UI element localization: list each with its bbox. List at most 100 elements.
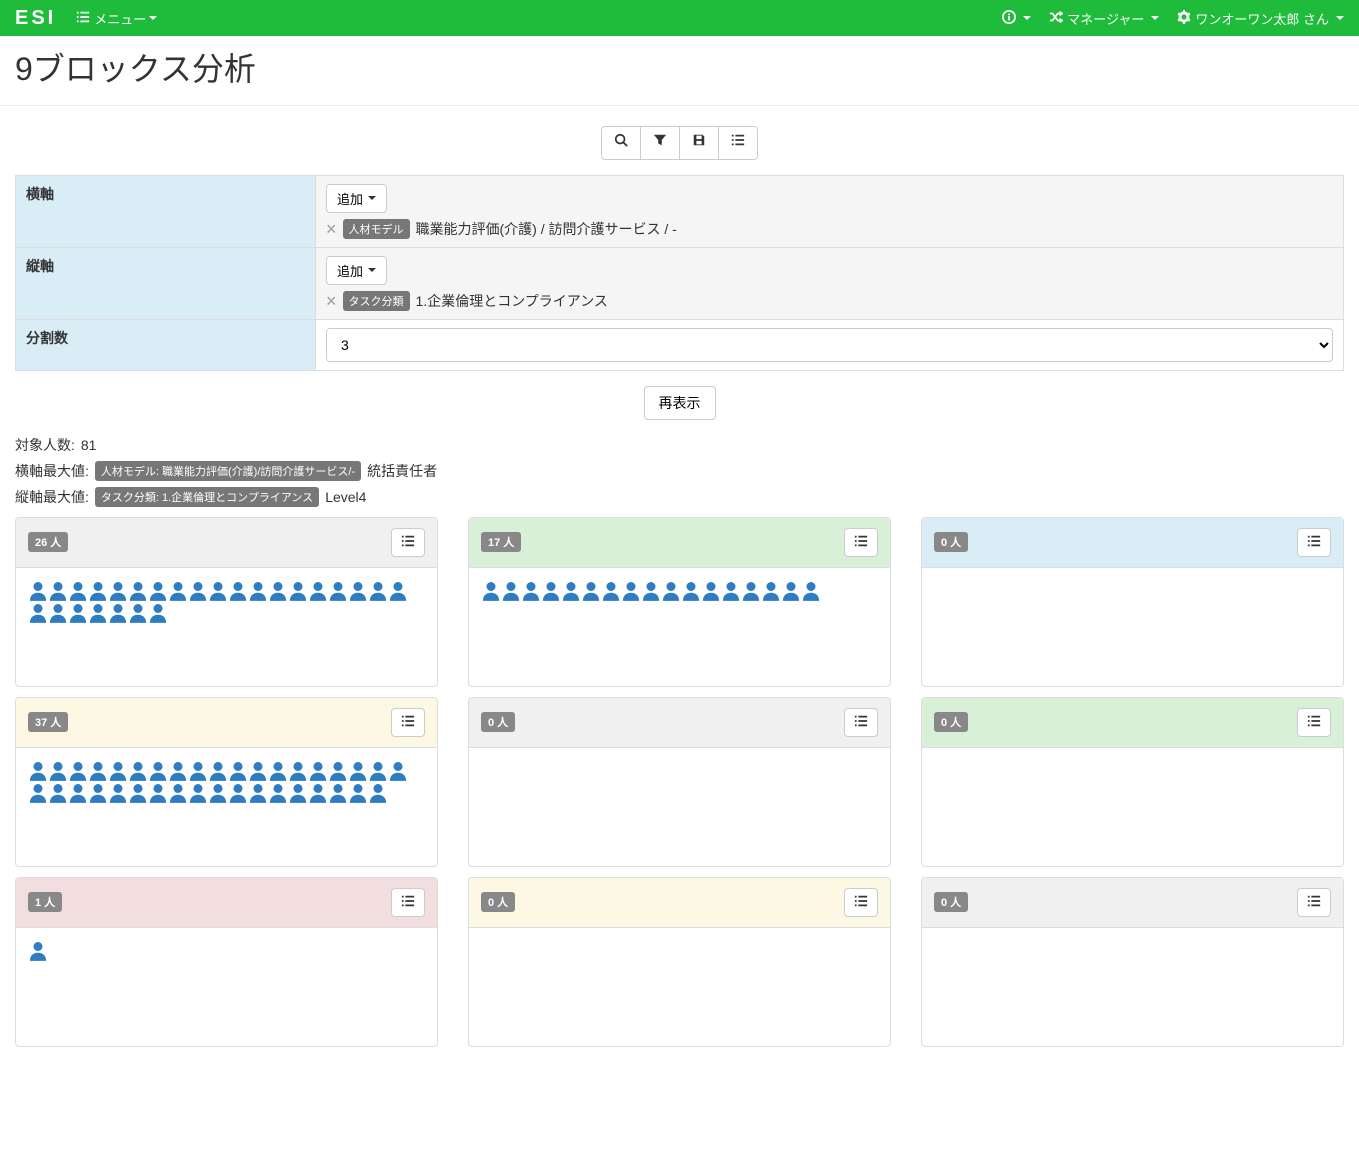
block-list-button[interactable] [1297,708,1331,737]
person-icon[interactable] [189,761,207,781]
person-icon[interactable] [269,783,287,803]
person-icon[interactable] [249,581,267,601]
person-icon[interactable] [542,581,560,601]
save-button[interactable] [680,126,719,160]
person-icon[interactable] [249,783,267,803]
person-icon[interactable] [562,581,580,601]
person-icon[interactable] [29,581,47,601]
person-icon[interactable] [502,581,520,601]
add-button-horizontal[interactable]: 追加 [326,184,387,213]
person-icon[interactable] [269,761,287,781]
person-icon[interactable] [149,761,167,781]
person-icon[interactable] [109,783,127,803]
person-icon[interactable] [702,581,720,601]
person-icon[interactable] [89,603,107,623]
person-icon[interactable] [189,581,207,601]
person-icon[interactable] [642,581,660,601]
person-icon[interactable] [369,761,387,781]
person-icon[interactable] [89,581,107,601]
person-icon[interactable] [49,783,67,803]
person-icon[interactable] [109,603,127,623]
block-list-button[interactable] [844,528,878,557]
person-icon[interactable] [289,761,307,781]
person-icon[interactable] [482,581,500,601]
person-icon[interactable] [762,581,780,601]
person-icon[interactable] [209,581,227,601]
filter-button[interactable] [641,126,680,160]
person-icon[interactable] [782,581,800,601]
person-icon[interactable] [89,761,107,781]
person-icon[interactable] [289,581,307,601]
person-icon[interactable] [389,581,407,601]
person-icon[interactable] [229,761,247,781]
person-icon[interactable] [49,761,67,781]
menu-dropdown[interactable]: メニュー [76,9,157,28]
person-icon[interactable] [129,783,147,803]
person-icon[interactable] [742,581,760,601]
split-select[interactable]: 3 [326,328,1333,362]
person-icon[interactable] [109,581,127,601]
info-dropdown[interactable] [1002,10,1031,27]
person-icon[interactable] [329,783,347,803]
person-icon[interactable] [229,783,247,803]
block-list-button[interactable] [844,888,878,917]
person-icon[interactable] [309,783,327,803]
brand-logo[interactable]: ESI [15,7,56,30]
person-icon[interactable] [602,581,620,601]
person-icon[interactable] [69,603,87,623]
person-icon[interactable] [109,761,127,781]
person-icon[interactable] [149,581,167,601]
redisplay-button[interactable]: 再表示 [644,386,716,420]
person-icon[interactable] [209,783,227,803]
person-icon[interactable] [582,581,600,601]
person-icon[interactable] [149,603,167,623]
user-dropdown[interactable]: ワンオーワン太郎 さん [1177,9,1344,28]
block-list-button[interactable] [844,708,878,737]
person-icon[interactable] [149,783,167,803]
person-icon[interactable] [189,783,207,803]
person-icon[interactable] [802,581,820,601]
person-icon[interactable] [229,581,247,601]
person-icon[interactable] [249,761,267,781]
person-icon[interactable] [209,761,227,781]
person-icon[interactable] [289,783,307,803]
search-button[interactable] [601,126,641,160]
person-icon[interactable] [69,761,87,781]
block-list-button[interactable] [1297,528,1331,557]
person-icon[interactable] [349,783,367,803]
manager-dropdown[interactable]: マネージャー [1049,9,1159,28]
person-icon[interactable] [129,603,147,623]
person-icon[interactable] [522,581,540,601]
remove-tag-button[interactable]: × [326,220,337,238]
person-icon[interactable] [89,783,107,803]
remove-tag-button[interactable]: × [326,292,337,310]
person-icon[interactable] [49,603,67,623]
person-icon[interactable] [269,581,287,601]
person-icon[interactable] [349,581,367,601]
person-icon[interactable] [662,581,680,601]
person-icon[interactable] [309,761,327,781]
person-icon[interactable] [722,581,740,601]
block-list-button[interactable] [391,888,425,917]
block-list-button[interactable] [391,708,425,737]
person-icon[interactable] [129,761,147,781]
person-icon[interactable] [389,761,407,781]
person-icon[interactable] [69,783,87,803]
person-icon[interactable] [29,761,47,781]
person-icon[interactable] [69,581,87,601]
person-icon[interactable] [169,581,187,601]
block-list-button[interactable] [1297,888,1331,917]
person-icon[interactable] [369,783,387,803]
person-icon[interactable] [349,761,367,781]
person-icon[interactable] [369,581,387,601]
person-icon[interactable] [129,581,147,601]
person-icon[interactable] [29,783,47,803]
list-view-button[interactable] [719,126,758,160]
person-icon[interactable] [309,581,327,601]
person-icon[interactable] [329,761,347,781]
person-icon[interactable] [169,783,187,803]
person-icon[interactable] [49,581,67,601]
person-icon[interactable] [329,581,347,601]
add-button-vertical[interactable]: 追加 [326,256,387,285]
person-icon[interactable] [169,761,187,781]
